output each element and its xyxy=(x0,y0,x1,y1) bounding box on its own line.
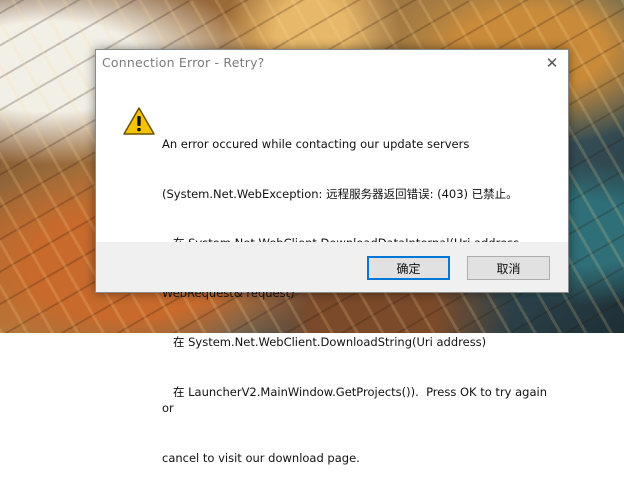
error-message: An error occured while contacting our up… xyxy=(162,103,552,499)
message-line: (System.Net.WebException: 远程服务器返回错误: (40… xyxy=(162,186,518,201)
message-line: An error occured while contacting our up… xyxy=(162,137,470,151)
close-icon[interactable]: ✕ xyxy=(537,50,567,76)
dialog-titlebar[interactable]: Connection Error - Retry? ✕ xyxy=(96,50,568,76)
ok-button[interactable]: 确定 xyxy=(367,256,450,280)
message-line: cancel to visit our download page. xyxy=(162,450,360,465)
message-line: 在 System.Net.WebClient.DownloadString(Ur… xyxy=(162,335,487,349)
error-dialog: Connection Error - Retry? ✕ An error occ… xyxy=(95,49,569,465)
dialog-footer: 确定 取消 xyxy=(96,242,568,292)
warning-icon xyxy=(123,107,155,135)
cancel-button[interactable]: 取消 xyxy=(467,256,550,280)
dialog-title: Connection Error - Retry? xyxy=(102,55,265,70)
message-line: 在 LauncherV2.MainWindow.GetProjects()). … xyxy=(162,384,551,416)
dialog-body: An error occured while contacting our up… xyxy=(96,76,568,465)
